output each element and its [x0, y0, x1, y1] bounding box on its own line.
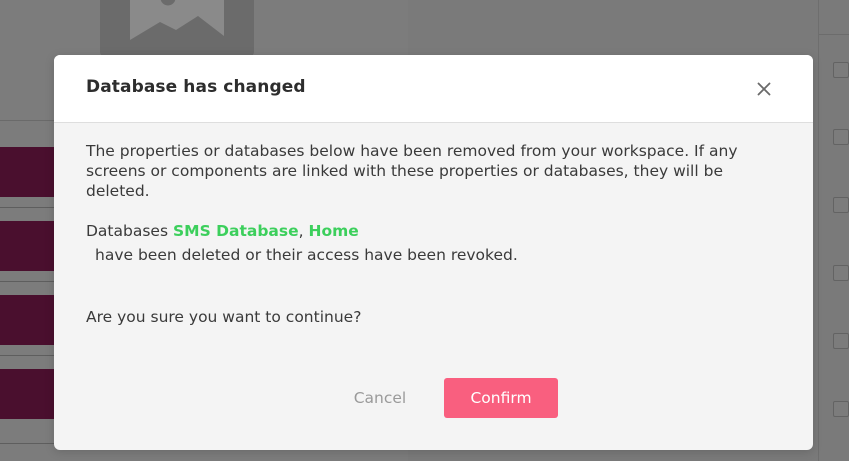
- dialog-message: The properties or databases below have b…: [86, 142, 738, 200]
- image-placeholder-icon: [116, 0, 238, 44]
- background-list-item: [0, 221, 54, 271]
- background-checkbox: [833, 401, 849, 417]
- dialog-header: Database has changed: [54, 55, 813, 123]
- dialog-title: Database has changed: [86, 77, 306, 97]
- background-divider: [819, 34, 849, 35]
- background-image-card: [100, 0, 254, 56]
- close-button[interactable]: [751, 76, 777, 102]
- deleted-notice: have been deleted or their access have b…: [95, 246, 518, 264]
- background-checkbox: [833, 197, 849, 213]
- database-link-home[interactable]: Home: [309, 222, 359, 240]
- background-checkbox: [833, 62, 849, 78]
- confirm-button[interactable]: Confirm: [444, 378, 558, 418]
- background-checkbox: [833, 265, 849, 281]
- background-divider: [0, 355, 54, 356]
- database-link-sms-database[interactable]: SMS Database: [173, 222, 299, 240]
- dialog-body: The properties or databases below have b…: [86, 141, 786, 265]
- close-icon: [757, 82, 771, 96]
- background-divider: [0, 281, 54, 282]
- background-divider: [0, 207, 54, 208]
- databases-separator: ,: [298, 222, 304, 240]
- background-list-item: [0, 369, 54, 419]
- background-list-item: [0, 147, 54, 197]
- background-divider: [0, 443, 54, 444]
- background-checkbox: [833, 333, 849, 349]
- cancel-button[interactable]: Cancel: [337, 378, 423, 418]
- databases-line: Databases SMS Database, Home: [86, 221, 786, 241]
- database-changed-dialog: Database has changed The properties or d…: [54, 55, 813, 450]
- databases-prefix: Databases: [86, 222, 169, 240]
- confirmation-question: Are you sure you want to continue?: [86, 308, 362, 326]
- background-list-item: [0, 295, 54, 345]
- background-checkbox: [833, 129, 849, 145]
